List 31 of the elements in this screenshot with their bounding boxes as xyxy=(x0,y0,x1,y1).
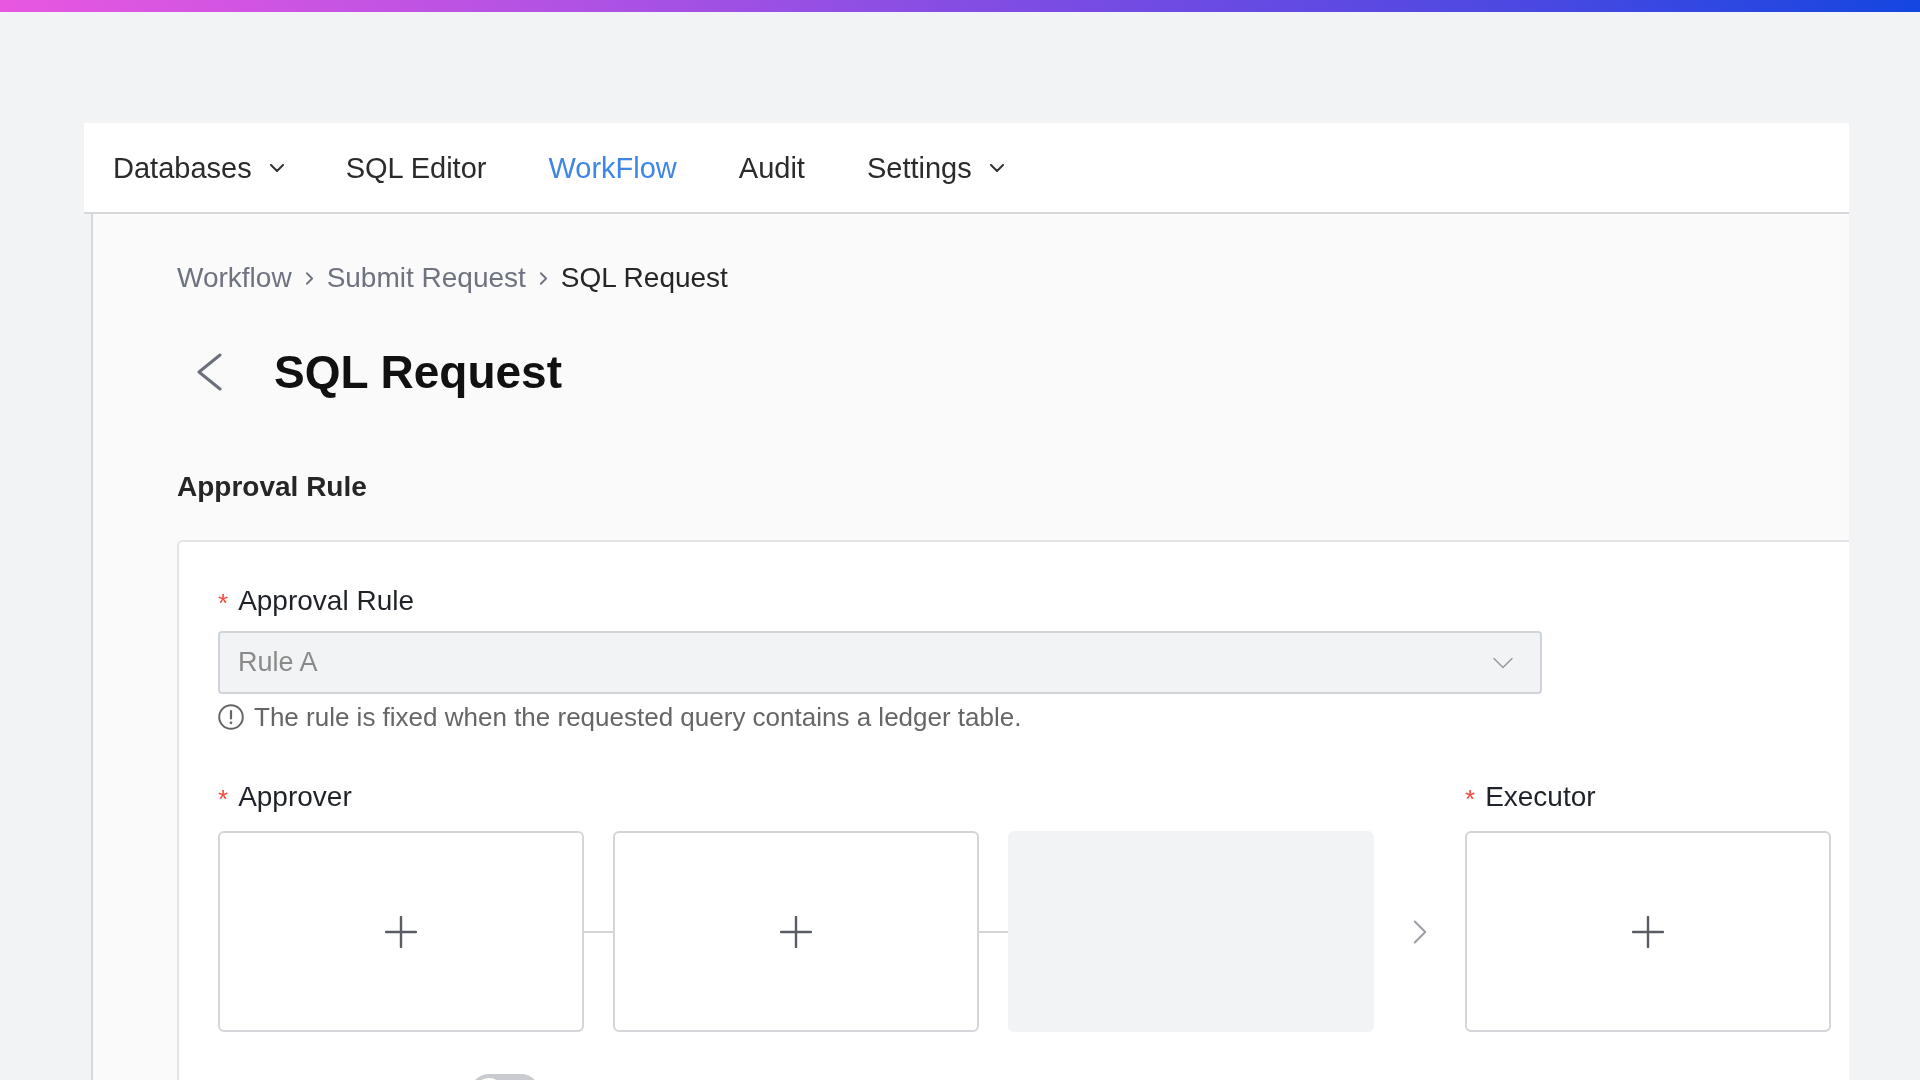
field-label: Executor xyxy=(1485,782,1596,812)
nav-tab[interactable]: SQL Editor xyxy=(345,149,487,186)
plus-icon xyxy=(780,915,812,948)
nav-tab[interactable]: Audit xyxy=(738,149,805,186)
required-asterisk: * xyxy=(218,783,229,812)
required-asterisk: * xyxy=(218,587,229,616)
breadcrumb-link[interactable]: Workflow xyxy=(177,262,292,294)
plus-icon xyxy=(385,915,417,948)
field-label: Approval Rule xyxy=(238,586,414,616)
add-approver-slot[interactable] xyxy=(218,831,584,1032)
connector-line xyxy=(584,930,613,933)
breadcrumb-current: SQL Request xyxy=(560,262,728,294)
chevron-right-icon xyxy=(305,271,313,285)
plus-icon xyxy=(1632,915,1664,948)
nav-tab[interactable]: Databases xyxy=(113,149,284,186)
add-approver-slot[interactable] xyxy=(613,831,979,1032)
field-label: Approver xyxy=(238,782,352,812)
info-icon xyxy=(218,704,244,730)
add-executor-slot[interactable] xyxy=(1465,831,1831,1032)
breadcrumb-link[interactable]: Submit Request xyxy=(326,262,526,294)
page-title: SQL Request xyxy=(274,345,562,400)
nav-tab[interactable]: Settings xyxy=(866,149,1004,186)
chevron-down-icon xyxy=(1492,656,1514,669)
chevron-right-icon xyxy=(1412,918,1427,945)
connector-line xyxy=(979,930,1008,933)
hint-text: The rule is fixed when the requested query contains a ledger table. xyxy=(254,703,1022,731)
section-title: Approval Rule xyxy=(177,470,367,504)
required-asterisk: * xyxy=(1465,783,1476,812)
nav-tab[interactable]: WorkFlow xyxy=(548,149,677,186)
back-icon[interactable] xyxy=(196,353,222,391)
chevron-right-icon xyxy=(539,271,547,285)
